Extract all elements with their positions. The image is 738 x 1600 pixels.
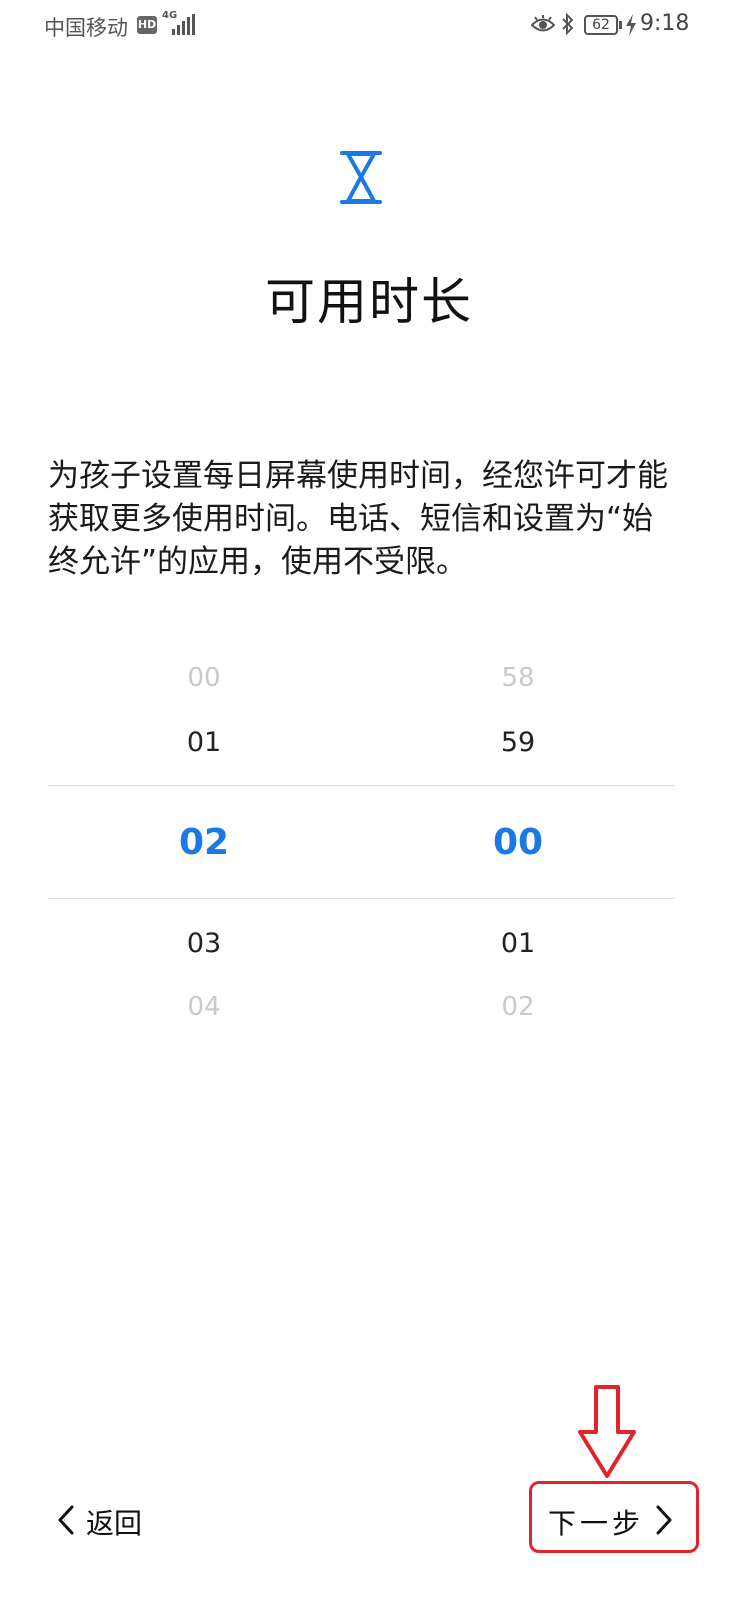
status-time: 9:18 bbox=[640, 11, 690, 36]
status-bar: 中国移动 HD 4G 62 9:18 bbox=[0, 0, 738, 52]
hours-wheel[interactable]: 00 01 02 03 04 bbox=[124, 650, 284, 1030]
bluetooth-icon bbox=[561, 12, 575, 41]
signal-icon bbox=[172, 14, 198, 40]
minute-option[interactable]: 02 bbox=[438, 992, 598, 1022]
minute-option[interactable]: 58 bbox=[438, 663, 598, 693]
description-text: 为孩子设置每日屏幕使用时间，经您许可才能获取更多使用时间。电话、短信和设置为“始… bbox=[48, 458, 668, 580]
annotation-arrow-icon bbox=[576, 1384, 638, 1484]
battery-indicator: 62 bbox=[584, 15, 618, 35]
charging-icon bbox=[625, 14, 637, 40]
battery-tip bbox=[619, 21, 622, 29]
back-button-label: 返回 bbox=[86, 1507, 143, 1540]
page-title: 可用时长 bbox=[265, 273, 473, 331]
minute-option[interactable]: 59 bbox=[438, 727, 598, 758]
chevron-left-icon bbox=[56, 1504, 76, 1540]
carrier-name: 中国移动 bbox=[44, 16, 128, 40]
hour-option[interactable]: 00 bbox=[124, 663, 284, 693]
time-picker: 00 01 02 03 04 58 59 00 01 02 bbox=[48, 650, 675, 1030]
hour-option[interactable]: 04 bbox=[124, 992, 284, 1022]
hour-option[interactable]: 01 bbox=[124, 727, 284, 758]
minute-option[interactable]: 01 bbox=[438, 928, 598, 959]
hourglass-icon bbox=[339, 150, 383, 210]
hd-badge: HD bbox=[137, 16, 157, 34]
annotation-highlight-box bbox=[529, 1481, 699, 1553]
hour-selected[interactable]: 02 bbox=[124, 822, 284, 863]
hour-option[interactable]: 03 bbox=[124, 928, 284, 959]
minute-selected[interactable]: 00 bbox=[438, 822, 598, 863]
back-button[interactable]: 返回 bbox=[56, 1500, 142, 1544]
minutes-wheel[interactable]: 58 59 00 01 02 bbox=[438, 650, 598, 1030]
eye-comfort-icon bbox=[530, 15, 556, 39]
